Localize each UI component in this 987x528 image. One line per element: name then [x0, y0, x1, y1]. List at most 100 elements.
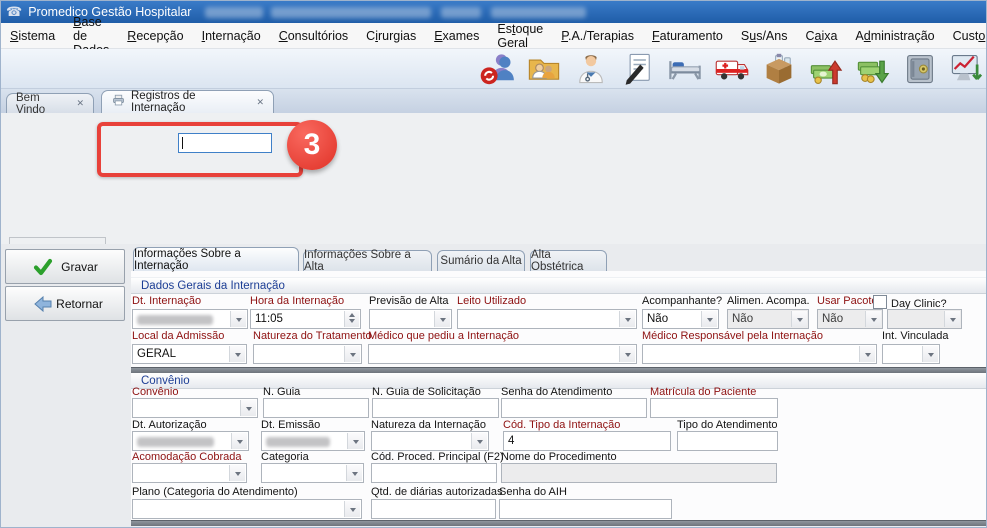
int_vinculada-combo[interactable]	[882, 344, 940, 364]
chevron-down-icon[interactable]	[346, 465, 362, 481]
plano_categoria-combo[interactable]	[132, 499, 362, 519]
n_guia-input[interactable]	[263, 398, 369, 418]
senha_aih-input[interactable]	[499, 499, 672, 519]
cod_proced_principal-input[interactable]	[371, 463, 497, 483]
senha_atendimento-input[interactable]	[501, 398, 647, 418]
categoria-combo[interactable]	[261, 463, 364, 483]
app-window: ☎ Promedico Gestão Hospitalar SistemaBas…	[0, 0, 987, 528]
chevron-down-icon[interactable]	[347, 433, 363, 449]
spinner-buttons[interactable]	[344, 311, 359, 327]
label-n_guia_solicitacao: N. Guia de Solicitação	[372, 386, 481, 398]
chevron-down-icon[interactable]	[231, 433, 247, 449]
tab-informa-es-sobre-a-alta[interactable]: Informações Sobre a Alta	[303, 250, 432, 271]
value-local_admissao: GERAL	[137, 348, 176, 360]
ambulance-icon[interactable]	[714, 51, 750, 87]
menu-item-estoque-geral[interactable]: Estoque Geral	[488, 20, 552, 52]
retornar-button[interactable]: Retornar	[5, 286, 125, 321]
medico_responsavel-combo[interactable]	[642, 344, 877, 364]
dt_emissao-combo[interactable]	[261, 431, 365, 451]
matricula_paciente-input[interactable]	[650, 398, 778, 418]
menu-item-caixa[interactable]: Caixa	[796, 27, 846, 45]
hora_internacao-spin[interactable]: 11:05	[250, 309, 361, 329]
acomodacao_cobrada-combo[interactable]	[132, 463, 247, 483]
qtd_diarias-input[interactable]	[371, 499, 496, 519]
chevron-down-icon[interactable]	[619, 311, 635, 327]
cod_tipo_internacao-input[interactable]: 4	[503, 431, 671, 451]
doc-tab-active[interactable]: Registros de Internação✕	[101, 90, 274, 113]
patients-sync-icon[interactable]	[479, 51, 515, 87]
tab-informa-es-sobre-a-interna-o[interactable]: Informações Sobre a Internação	[133, 247, 299, 271]
chevron-down-icon[interactable]	[229, 465, 245, 481]
chevron-down-icon[interactable]	[701, 311, 717, 327]
chevron-down-icon[interactable]	[229, 346, 245, 362]
chevron-down-icon[interactable]	[865, 311, 881, 327]
label-senha_aih: Senha do AIH	[499, 486, 567, 498]
nome_procedimento-input[interactable]	[501, 463, 777, 483]
tipo_atendimento-input[interactable]	[677, 431, 778, 451]
contract-icon[interactable]	[620, 51, 656, 87]
group-splitter	[131, 367, 986, 373]
menu-item-exames[interactable]: Exames	[425, 27, 488, 45]
label-tipo_atendimento: Tipo do Atendimento	[677, 419, 778, 431]
leito_utilizado-combo[interactable]	[457, 309, 637, 329]
label-medico_pediu: Médico que pediu a Internação	[368, 330, 519, 342]
menu-item-sistema[interactable]: Sistema	[1, 27, 64, 45]
gravar-button[interactable]: Gravar	[5, 249, 125, 284]
money-in-icon[interactable]	[808, 51, 844, 87]
menu-item-cirurgias[interactable]: Cirurgias	[357, 27, 425, 45]
medico_pediu-combo[interactable]	[368, 344, 637, 364]
acompanhante-combo[interactable]: Não	[642, 309, 719, 329]
natureza_internacao-combo[interactable]	[371, 431, 489, 451]
label-categoria: Categoria	[261, 451, 309, 463]
menu-item-custo[interactable]: Custo	[944, 27, 987, 45]
chevron-down-icon[interactable]	[859, 346, 875, 362]
chevron-down-icon[interactable]	[344, 501, 360, 517]
chevron-down-icon[interactable]	[791, 311, 807, 327]
check-icon	[33, 257, 53, 277]
previsao_alta-combo[interactable]	[369, 309, 452, 329]
stock-supplies-icon[interactable]	[761, 51, 797, 87]
usar_pacote-combo[interactable]: Não	[817, 309, 883, 329]
menu-item-faturamento[interactable]: Faturamento	[643, 27, 732, 45]
chevron-down-icon[interactable]	[619, 346, 635, 362]
chevron-down-icon[interactable]	[434, 311, 450, 327]
close-icon[interactable]: ✕	[256, 97, 264, 108]
hospital-bed-icon[interactable]	[667, 51, 703, 87]
day_clinic-combo[interactable]	[887, 309, 962, 329]
local_admissao-combo[interactable]: GERAL	[132, 344, 247, 364]
financial-chart-icon[interactable]	[949, 51, 985, 87]
safe-icon[interactable]	[902, 51, 938, 87]
chevron-down-icon[interactable]	[471, 433, 487, 449]
menu-item-sus-ans[interactable]: Sus/Ans	[732, 27, 797, 45]
label-nome_procedimento: Nome do Procedimento	[501, 451, 617, 463]
chevron-down-icon[interactable]	[344, 346, 360, 362]
label-n_guia: N. Guia	[263, 386, 300, 398]
close-icon[interactable]: ✕	[76, 98, 84, 109]
tab-alta-obst-trica[interactable]: Alta Obstétrica	[530, 250, 607, 271]
menu-item-recep-o[interactable]: Recepção	[118, 27, 192, 45]
dt_autorizacao-combo[interactable]	[132, 431, 249, 451]
money-out-icon[interactable]	[855, 51, 891, 87]
menu-item-consult-rios[interactable]: Consultórios	[270, 27, 357, 45]
toolbar	[1, 49, 986, 89]
chevron-down-icon[interactable]	[230, 311, 246, 327]
convenio_field-combo[interactable]	[132, 398, 258, 418]
menu-item-p-a-terapias[interactable]: P.A./Terapias	[552, 27, 643, 45]
chevron-down-icon[interactable]	[922, 346, 938, 362]
alimen_acompa-combo[interactable]: Não	[727, 309, 809, 329]
chevron-down-icon[interactable]	[944, 311, 960, 327]
chevron-down-icon[interactable]	[240, 400, 256, 416]
doctor-icon[interactable]	[573, 51, 609, 87]
day-clinic-checkbox[interactable]	[873, 295, 887, 309]
patients-folder-icon[interactable]	[526, 51, 562, 87]
n_guia_solicitacao-input[interactable]	[372, 398, 499, 418]
annotation-step-badge: 3	[287, 120, 337, 170]
doc-tab-inactive[interactable]: Bem Vindo✕	[6, 93, 94, 113]
tab-sum-rio-da-alta[interactable]: Sumário da Alta	[437, 250, 525, 271]
redacted-text	[441, 7, 481, 18]
natureza_tratamento-combo[interactable]	[253, 344, 362, 364]
menu-item-interna-o[interactable]: Internação	[193, 27, 270, 45]
n-ficha-input[interactable]	[178, 133, 272, 153]
dt_internacao-combo[interactable]	[132, 309, 248, 329]
menu-item-administra-o[interactable]: Administração	[846, 27, 943, 45]
